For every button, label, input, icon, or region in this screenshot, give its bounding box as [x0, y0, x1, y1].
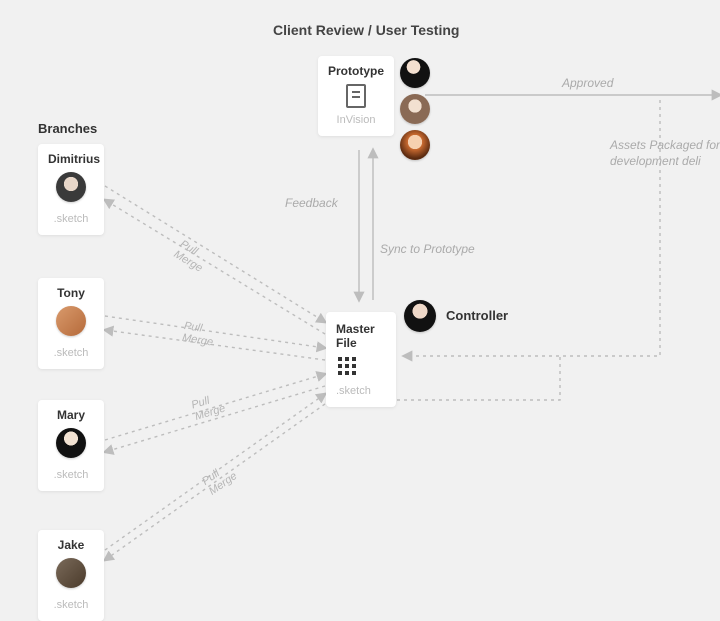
branches-heading: Branches — [38, 121, 97, 136]
grid-icon — [338, 357, 360, 379]
controller-avatar-wrap — [404, 300, 436, 332]
branch-ext: .sketch — [48, 347, 94, 359]
document-icon — [346, 84, 366, 108]
edge-approved: Approved — [562, 76, 613, 90]
avatar — [56, 172, 86, 202]
branch-ext: .sketch — [48, 599, 94, 611]
prototype-card: Prototype InVision — [318, 56, 394, 136]
prototype-title: Prototype — [328, 64, 384, 78]
edge-pull-merge: PullMerge — [200, 460, 239, 498]
branch-card-dimitrius: Dimitrius .sketch — [38, 144, 104, 235]
avatar — [400, 94, 430, 124]
controller-avatar — [404, 300, 436, 332]
master-ext: .sketch — [336, 385, 386, 397]
avatar — [400, 130, 430, 160]
edge-assets: Assets Packaged for development deli — [610, 138, 720, 169]
prototype-tool: InVision — [328, 114, 384, 126]
edge-pull-merge: PullMerge — [190, 391, 227, 423]
branch-ext: .sketch — [48, 213, 94, 225]
reviewer-avatars — [400, 58, 430, 160]
branch-card-jake: Jake .sketch — [38, 530, 104, 621]
avatar — [56, 428, 86, 458]
branch-card-tony: Tony .sketch — [38, 278, 104, 369]
diagram-title: Client Review / User Testing — [273, 22, 459, 38]
avatar — [56, 306, 86, 336]
edge-feedback: Feedback — [285, 196, 338, 210]
branch-name: Mary — [48, 408, 94, 422]
branch-name: Jake — [48, 538, 94, 552]
master-file-card: Master File .sketch — [326, 312, 396, 407]
branch-card-mary: Mary .sketch — [38, 400, 104, 491]
controller-label: Controller — [446, 308, 508, 323]
master-title: Master File — [336, 322, 386, 351]
edge-pull-merge: PullMerge — [172, 238, 211, 275]
avatar — [56, 558, 86, 588]
branch-name: Dimitrius — [48, 152, 94, 166]
avatar — [400, 58, 430, 88]
branch-name: Tony — [48, 286, 94, 300]
edge-sync: Sync to Prototype — [380, 242, 475, 256]
edge-pull-merge: PullMerge — [181, 320, 216, 349]
branch-ext: .sketch — [48, 469, 94, 481]
